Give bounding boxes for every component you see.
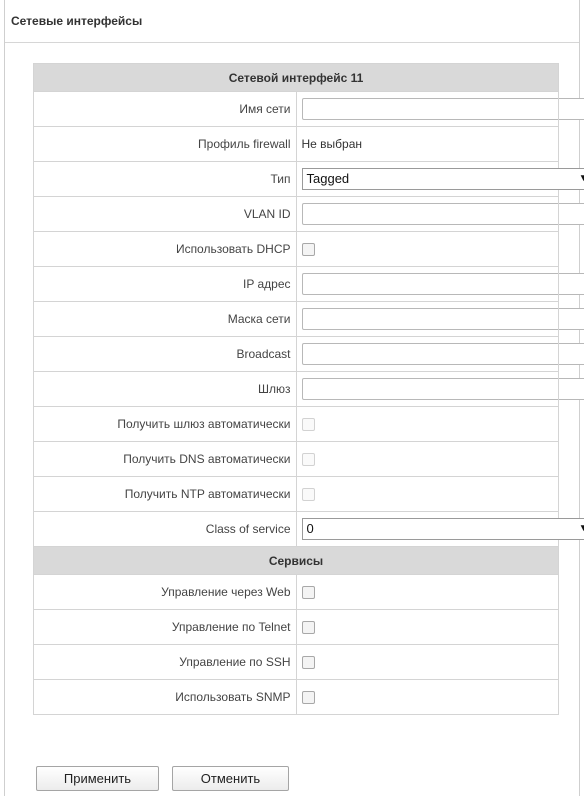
section-header-services: Сервисы — [33, 546, 559, 575]
row-firewall-profile: Профиль firewall Не выбран — [33, 126, 559, 162]
row-type: Тип Tagged ▼ — [33, 161, 584, 197]
panel-title: Сетевые интерфейсы — [5, 0, 579, 43]
telnet-management-label: Управление по Telnet — [33, 609, 297, 645]
row-ip-address: IP адрес — [33, 266, 584, 302]
class-of-service-value: 0 — [306, 521, 314, 536]
section-title: Сетевой интерфейс 11 — [33, 63, 559, 92]
row-network-name: Имя сети — [33, 91, 584, 127]
netmask-input[interactable] — [301, 308, 584, 330]
type-select[interactable]: Tagged ▼ — [301, 168, 584, 190]
row-auto-ntp: Получить NTP автоматически — [33, 476, 559, 512]
class-of-service-select[interactable]: 0 ▼ — [301, 518, 584, 540]
snmp-checkbox[interactable] — [301, 691, 315, 705]
row-auto-gateway: Получить шлюз автоматически — [33, 406, 559, 442]
row-use-dhcp: Использовать DHCP — [33, 231, 559, 267]
apply-button[interactable]: Применить — [36, 766, 159, 791]
auto-dns-checkbox — [301, 453, 315, 467]
netmask-label: Маска сети — [33, 301, 297, 337]
row-web-management: Управление через Web — [33, 574, 559, 610]
gateway-label: Шлюз — [33, 371, 297, 407]
ssh-management-label: Управление по SSH — [33, 644, 297, 680]
row-netmask: Маска сети — [33, 301, 584, 337]
auto-ntp-checkbox — [301, 488, 315, 502]
services-section-title: Сервисы — [33, 546, 559, 575]
network-name-label: Имя сети — [33, 91, 297, 127]
row-snmp: Использовать SNMP — [33, 679, 559, 715]
row-class-of-service: Class of service 0 ▼ — [33, 511, 584, 547]
class-of-service-label: Class of service — [33, 511, 297, 547]
cancel-button[interactable]: Отменить — [172, 766, 289, 791]
network-name-input[interactable] — [301, 98, 584, 120]
row-telnet-management: Управление по Telnet — [33, 609, 559, 645]
firewall-profile-label: Профиль firewall — [33, 126, 297, 162]
row-gateway: Шлюз — [33, 371, 584, 407]
section-header-interface: Сетевой интерфейс 11 — [33, 63, 559, 92]
web-management-checkbox[interactable] — [301, 586, 315, 600]
ssh-management-checkbox[interactable] — [301, 656, 315, 670]
dropdown-arrow-icon: ▼ — [578, 173, 584, 184]
snmp-label: Использовать SNMP — [33, 679, 297, 715]
ip-address-input[interactable] — [301, 273, 584, 295]
row-vlan-id: VLAN ID — [33, 196, 584, 232]
telnet-management-checkbox[interactable] — [301, 621, 315, 635]
web-management-label: Управление через Web — [33, 574, 297, 610]
row-ssh-management: Управление по SSH — [33, 644, 559, 680]
dropdown-arrow-icon: ▼ — [578, 523, 584, 534]
firewall-profile-value: Не выбран — [301, 137, 363, 151]
broadcast-input[interactable] — [301, 343, 584, 365]
row-auto-dns: Получить DNS автоматически — [33, 441, 559, 477]
row-broadcast: Broadcast — [33, 336, 584, 372]
vlan-id-input[interactable] — [301, 203, 584, 225]
auto-dns-label: Получить DNS автоматически — [33, 441, 297, 477]
auto-ntp-label: Получить NTP автоматически — [33, 476, 297, 512]
use-dhcp-checkbox[interactable] — [301, 243, 315, 257]
use-dhcp-label: Использовать DHCP — [33, 231, 297, 267]
interface-form: Сетевой интерфейс 11 Имя сети Профиль fi… — [33, 63, 584, 715]
type-label: Тип — [33, 161, 297, 197]
vlan-id-label: VLAN ID — [33, 196, 297, 232]
auto-gateway-checkbox — [301, 418, 315, 432]
gateway-input[interactable] — [301, 378, 584, 400]
type-select-value: Tagged — [306, 171, 350, 186]
auto-gateway-label: Получить шлюз автоматически — [33, 406, 297, 442]
broadcast-label: Broadcast — [33, 336, 297, 372]
ip-address-label: IP адрес — [33, 266, 297, 302]
